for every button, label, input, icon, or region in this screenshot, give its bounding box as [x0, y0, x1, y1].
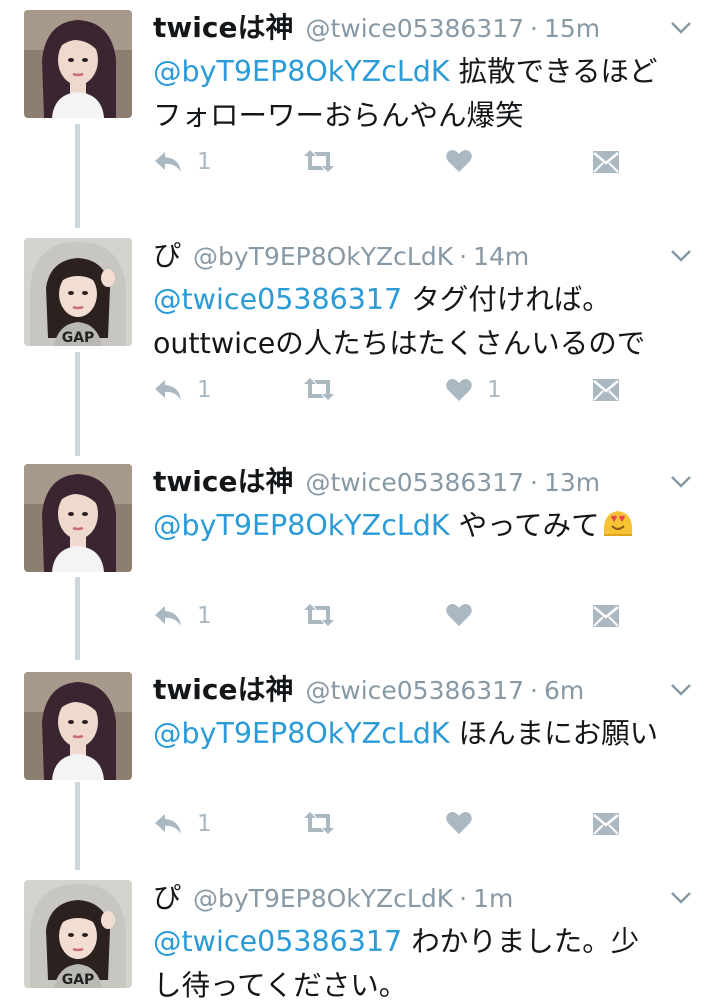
tweet[interactable]: GAP ぴ @byT9EP8OkYZcLdK · 14m @twice05386… [0, 228, 720, 436]
like-button[interactable]: 1 [445, 377, 502, 403]
mention-link[interactable]: @twice05386317 [153, 283, 402, 316]
direct-message-icon [593, 813, 619, 835]
reply-count: 1 [197, 603, 212, 629]
reply-count: 1 [197, 149, 212, 175]
separator: · [530, 468, 538, 497]
timestamp[interactable]: 1m [473, 884, 513, 913]
avatar[interactable]: GAP [24, 238, 132, 346]
timestamp[interactable]: 14m [473, 242, 529, 271]
tweet-text-line: し待ってください。 [153, 969, 408, 1002]
display-name[interactable]: twiceは神 [153, 460, 293, 500]
tweet-text: @twice05386317 タグ付ければ。 outtwiceの人たちはたくさん… [153, 278, 700, 366]
retweet-button[interactable] [301, 377, 337, 401]
retweet-icon [304, 604, 334, 626]
display-name[interactable]: twiceは神 [153, 668, 293, 708]
display-name[interactable]: ぴ [153, 876, 181, 916]
tweet-text-line: ほんまにお願い [458, 717, 659, 750]
direct-message-button[interactable] [591, 811, 621, 837]
tweet-actions: 1 [153, 145, 633, 185]
like-button[interactable] [445, 811, 487, 835]
mention-link[interactable]: @byT9EP8OkYZcLdK [153, 55, 450, 88]
tweet-text: @twice05386317 わかりました。少 し待ってください。 [153, 920, 700, 1008]
tweet-text-line: フォローワーおらんやん爆笑 [153, 99, 524, 132]
reply-icon [155, 814, 181, 834]
heart-eyes-emoji [603, 511, 632, 536]
reply-icon [155, 152, 181, 172]
svg-text:GAP: GAP [62, 330, 95, 346]
user-handle[interactable]: @twice05386317 [305, 468, 524, 497]
timestamp[interactable]: 15m [544, 14, 600, 43]
tweet-text: @byT9EP8OkYZcLdK やってみて [153, 504, 700, 548]
avatar[interactable] [24, 672, 132, 780]
separator: · [459, 884, 468, 913]
separator: · [530, 676, 538, 705]
reply-count: 1 [197, 377, 212, 403]
tweet-text-line: 拡散できるほど [458, 55, 658, 88]
retweet-button[interactable] [301, 149, 337, 173]
direct-message-button[interactable] [591, 149, 621, 175]
chevron-down-icon[interactable] [668, 14, 694, 40]
like-icon [446, 604, 472, 626]
display-name[interactable]: twiceは神 [153, 6, 293, 46]
reply-icon [155, 380, 181, 400]
chevron-down-icon[interactable] [668, 884, 694, 910]
user-handle[interactable]: @twice05386317 [305, 14, 524, 43]
tweet[interactable]: twiceは神 @twice05386317 · 13m @byT9EP8OkY… [0, 454, 720, 662]
mention-link[interactable]: @twice05386317 [153, 925, 402, 958]
retweet-button[interactable] [301, 603, 337, 627]
avatar[interactable] [24, 10, 132, 118]
display-name[interactable]: ぴ [153, 234, 181, 274]
reply-button[interactable]: 1 [153, 149, 212, 175]
chevron-down-icon[interactable] [668, 468, 694, 494]
retweet-icon [304, 812, 334, 834]
tweet-text-line: やってみて [458, 509, 600, 542]
reply-icon [155, 606, 181, 626]
user-handle[interactable]: @byT9EP8OkYZcLdK [193, 242, 453, 271]
user-handle[interactable]: @byT9EP8OkYZcLdK [193, 884, 453, 913]
chevron-down-icon[interactable] [668, 676, 694, 702]
tweet-text-line: タグ付ければ。 [411, 283, 611, 316]
reply-button[interactable]: 1 [153, 603, 212, 629]
like-button[interactable] [445, 603, 487, 627]
tweet[interactable]: GAP ぴ @byT9EP8OkYZcLdK · 1m @twice053863… [0, 870, 720, 1002]
svg-text:GAP: GAP [62, 972, 95, 988]
like-icon [446, 150, 472, 172]
direct-message-icon [593, 379, 619, 401]
like-button[interactable] [445, 149, 487, 173]
like-count: 1 [487, 377, 502, 403]
tweet-actions: 1 [153, 807, 633, 847]
mention-link[interactable]: @byT9EP8OkYZcLdK [153, 509, 450, 542]
direct-message-button[interactable] [591, 377, 621, 403]
chevron-down-icon[interactable] [668, 242, 694, 268]
like-icon [446, 379, 472, 401]
timestamp[interactable]: 6m [544, 676, 584, 705]
avatar[interactable] [24, 464, 132, 572]
like-icon [446, 812, 472, 834]
reply-button[interactable]: 1 [153, 811, 212, 837]
separator: · [459, 242, 468, 271]
reply-count: 1 [197, 811, 212, 837]
tweet-actions: 1 1 [153, 373, 633, 413]
tweet-actions: 1 [153, 599, 633, 639]
direct-message-button[interactable] [591, 603, 621, 629]
reply-button[interactable]: 1 [153, 377, 212, 403]
tweet-text: @byT9EP8OkYZcLdK 拡散できるほど フォローワーおらんやん爆笑 [153, 50, 700, 138]
tweet-text-line: outtwiceの人たちはたくさんいるので [153, 327, 646, 360]
retweet-icon [304, 150, 334, 172]
retweet-button[interactable] [301, 811, 337, 835]
direct-message-icon [593, 605, 619, 627]
retweet-icon [304, 378, 334, 400]
tweet[interactable]: twiceは神 @twice05386317 · 6m @byT9EP8OkYZ… [0, 662, 720, 870]
tweet-text: @byT9EP8OkYZcLdK ほんまにお願い [153, 712, 700, 756]
tweet-text-line: わかりました。少 [411, 925, 640, 958]
timestamp[interactable]: 13m [544, 468, 600, 497]
avatar[interactable]: GAP [24, 880, 132, 988]
user-handle[interactable]: @twice05386317 [305, 676, 524, 705]
direct-message-icon [593, 151, 619, 173]
separator: · [530, 14, 538, 43]
mention-link[interactable]: @byT9EP8OkYZcLdK [153, 717, 450, 750]
tweet[interactable]: twiceは神 @twice05386317 · 15m @byT9EP8OkY… [0, 0, 720, 208]
